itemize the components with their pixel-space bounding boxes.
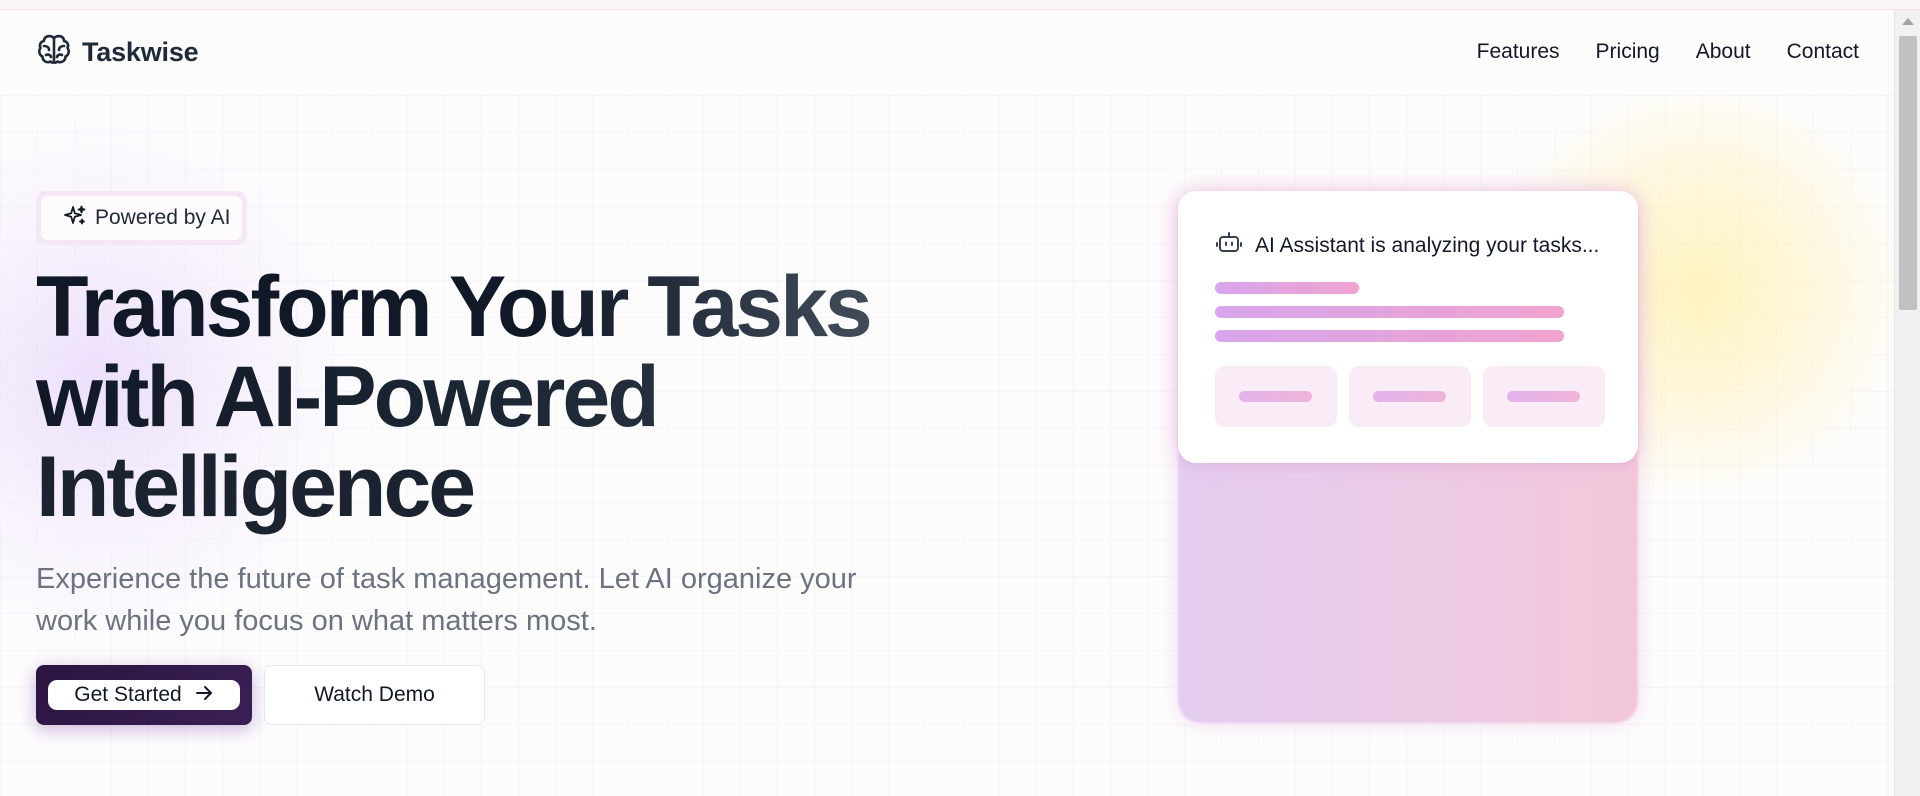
arrow-right-icon	[194, 683, 214, 708]
scroll-thumb[interactable]	[1899, 36, 1917, 310]
watch-demo-button[interactable]: Watch Demo	[264, 665, 485, 725]
headline-line-2: with AI-Powered	[36, 352, 936, 442]
brain-icon	[36, 32, 72, 73]
skeleton-pill	[1373, 391, 1446, 402]
nav-link-features[interactable]: Features	[1477, 40, 1560, 64]
get-started-button[interactable]: Get Started	[36, 665, 252, 725]
nav-link-contact[interactable]: Contact	[1787, 40, 1859, 64]
ai-card-title: AI Assistant is analyzing your tasks...	[1255, 233, 1600, 257]
skeleton-pill	[1507, 391, 1580, 402]
ai-assistant-card: AI Assistant is analyzing your tasks...	[1178, 191, 1638, 463]
nav-link-about[interactable]: About	[1696, 40, 1751, 64]
main-nav: Features Pricing About Contact	[1477, 40, 1859, 64]
ai-card-header: AI Assistant is analyzing your tasks...	[1215, 229, 1599, 262]
skeleton-tile	[1483, 366, 1605, 427]
brand-logo[interactable]: Taskwise	[36, 32, 199, 73]
badge-label: Powered by AI	[95, 206, 231, 229]
site-header: Taskwise Features Pricing About Contact	[0, 10, 1894, 94]
headline-line-3: Intelligence	[36, 439, 476, 535]
get-started-label: Get Started	[74, 683, 182, 706]
watch-demo-label: Watch Demo	[314, 683, 435, 706]
vertical-scrollbar[interactable]	[1894, 10, 1920, 796]
skeleton-pill	[1239, 391, 1312, 402]
subtitle-line-1: Experience the future of task management…	[36, 563, 857, 595]
nav-link-pricing[interactable]: Pricing	[1596, 40, 1660, 64]
landing-page: Taskwise Features Pricing About Contact …	[0, 0, 1920, 796]
skeleton-tile	[1349, 366, 1471, 427]
skeleton-tile	[1215, 366, 1337, 427]
loading-bar	[1215, 330, 1564, 342]
hero-subtitle: Experience the future of task management…	[36, 558, 906, 642]
sparkles-icon	[63, 204, 87, 233]
badge-inner: Powered by AI	[41, 196, 242, 240]
powered-by-ai-badge: Powered by AI	[36, 191, 247, 245]
subtitle-line-2: work while you focus on what matters mos…	[36, 605, 597, 637]
loading-bar-short	[1215, 282, 1359, 294]
top-accent-strip	[0, 0, 1920, 10]
headline-line-1: Transform Your Tasks	[36, 262, 936, 352]
hero-headline: Transform Your Tasks with AI-Powered Int…	[36, 262, 936, 532]
brand-name: Taskwise	[82, 37, 199, 67]
scroll-up-arrow-icon[interactable]	[1902, 18, 1914, 25]
bot-icon	[1215, 229, 1243, 262]
get-started-button-inner: Get Started	[48, 680, 240, 710]
loading-bar	[1215, 306, 1564, 318]
